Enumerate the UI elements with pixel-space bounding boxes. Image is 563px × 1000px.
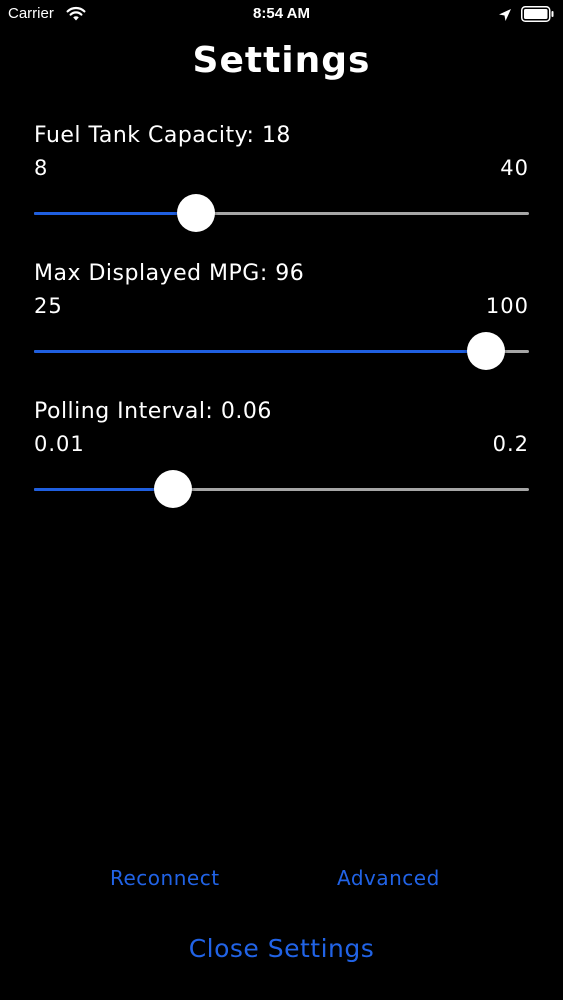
reconnect-button[interactable]: Reconnect — [110, 866, 220, 890]
setting-label: Max Displayed MPG: 96 — [34, 261, 305, 286]
fuel-tank-capacity-slider[interactable] — [34, 193, 529, 233]
setting-label: Fuel Tank Capacity: 18 — [34, 123, 291, 148]
polling-interval-setting: Polling Interval: 0.06 0.01 0.2 — [34, 399, 529, 509]
status-time: 8:54 AM — [253, 5, 310, 22]
max-displayed-mpg-slider[interactable] — [34, 331, 529, 371]
slider-max-label: 40 — [500, 156, 529, 180]
page-title: Settings — [192, 40, 371, 81]
location-arrow-icon — [498, 7, 512, 26]
advanced-button[interactable]: Advanced — [337, 866, 440, 890]
setting-label: Polling Interval: 0.06 — [34, 399, 272, 424]
slider-thumb[interactable] — [466, 332, 505, 370]
slider-track-fill — [34, 488, 174, 491]
slider-max-label: 0.2 — [492, 432, 529, 456]
slider-min-label: 25 — [34, 294, 63, 318]
slider-thumb[interactable] — [176, 194, 215, 232]
polling-interval-slider[interactable] — [34, 469, 529, 509]
fuel-tank-capacity-setting: Fuel Tank Capacity: 18 8 40 — [34, 123, 529, 233]
slider-thumb[interactable] — [154, 470, 193, 508]
close-settings-button[interactable]: Close Settings — [0, 934, 563, 963]
slider-min-label: 0.01 — [34, 432, 85, 456]
slider-track-fill — [34, 212, 196, 215]
slider-min-label: 8 — [34, 156, 49, 180]
status-bar: Carrier 8:54 AM — [0, 0, 563, 30]
slider-max-label: 100 — [485, 294, 529, 318]
slider-track-fill — [34, 350, 486, 353]
battery-icon — [521, 6, 555, 26]
max-displayed-mpg-setting: Max Displayed MPG: 96 25 100 — [34, 261, 529, 371]
